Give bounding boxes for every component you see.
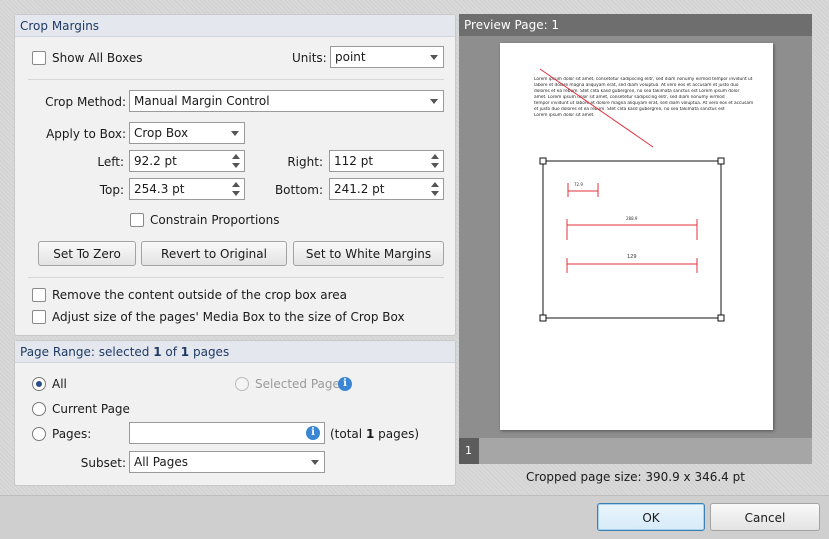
dimension-label-3: 129	[627, 254, 637, 260]
chevron-down-icon	[430, 55, 438, 60]
units-dropdown[interactable]: point	[330, 46, 444, 68]
set-to-white-margins-button[interactable]: Set to White Margins	[293, 241, 444, 266]
crop-handle	[539, 314, 547, 322]
dimension-line-1	[567, 183, 599, 197]
left-label: Left:	[97, 155, 124, 169]
units-value: point	[335, 50, 366, 64]
page-range-total-count: 1	[180, 345, 190, 359]
remove-content-label: Remove the content outside of the crop b…	[52, 288, 348, 302]
info-icon[interactable]: i	[338, 377, 352, 391]
top-margin-spinbox[interactable]: 254.3 pt	[129, 178, 245, 200]
right-margin-spinbox[interactable]: 112 pt	[329, 150, 444, 172]
pages-radio[interactable]	[32, 427, 46, 441]
dimension-line-3	[566, 258, 698, 273]
constrain-proportions-checkbox[interactable]	[130, 213, 144, 227]
pages-input[interactable]	[129, 422, 325, 444]
dimension-label-2: 288.9	[626, 216, 638, 221]
chevron-down-icon	[311, 460, 319, 465]
separator	[28, 79, 444, 80]
preview-tab-strip	[459, 438, 812, 464]
current-page-radio[interactable]	[32, 402, 46, 416]
pages-label: Pages:	[52, 427, 92, 441]
bottom-margin-spinbox[interactable]: 241.2 pt	[329, 178, 444, 200]
total-suffix: pages)	[374, 427, 420, 441]
preview-page: Lorem ipsum dolor sit amet, consetetur s…	[500, 43, 773, 430]
apply-to-box-dropdown[interactable]: Crop Box	[129, 122, 245, 144]
page-range-title-prefix: Page Range: selected	[20, 345, 154, 359]
selected-pages-radio[interactable]	[235, 377, 249, 391]
right-margin-value: 112 pt	[334, 154, 374, 168]
spinner-arrows-icon[interactable]	[232, 181, 241, 197]
top-margin-value: 254.3 pt	[134, 182, 185, 196]
left-margin-value: 92.2 pt	[134, 154, 177, 168]
spinner-arrows-icon[interactable]	[431, 181, 440, 197]
preview-page-tab[interactable]: 1	[459, 438, 479, 464]
all-pages-label: All	[52, 377, 67, 391]
page-range-selected-count: 1	[153, 345, 162, 359]
all-pages-radio[interactable]	[32, 377, 46, 391]
dimension-label-1: 72.9	[574, 182, 583, 187]
crop-method-label: Crop Method:	[45, 95, 126, 109]
total-prefix: (total	[330, 427, 366, 441]
page-range-title: Page Range: selected 1 of 1 pages	[15, 341, 455, 363]
spinner-arrows-icon[interactable]	[232, 153, 241, 169]
page-range-title-suffix: pages	[189, 345, 230, 359]
show-all-boxes-label: Show All Boxes	[52, 51, 143, 65]
right-label: Right:	[287, 155, 323, 169]
apply-to-box-label: Apply to Box:	[46, 127, 126, 141]
selected-pages-label: Selected Pages	[255, 377, 347, 391]
crop-box	[542, 160, 722, 319]
adjust-media-box-checkbox[interactable]	[32, 310, 46, 324]
adjust-media-box-label: Adjust size of the pages' Media Box to t…	[52, 310, 405, 324]
spinner-arrows-icon[interactable]	[431, 153, 440, 169]
apply-to-box-value: Crop Box	[134, 126, 189, 140]
top-label: Top:	[99, 183, 124, 197]
crop-handle	[717, 157, 725, 165]
cropped-page-size: Cropped page size: 390.9 x 346.4 pt	[526, 470, 745, 484]
show-all-boxes-checkbox[interactable]	[32, 51, 46, 65]
chevron-down-icon	[430, 99, 438, 104]
crop-method-value: Manual Margin Control	[134, 94, 270, 108]
info-icon[interactable]: i	[306, 426, 320, 440]
dimension-line-2	[566, 219, 698, 240]
left-margin-spinbox[interactable]: 92.2 pt	[129, 150, 245, 172]
preview-title: Preview Page: 1	[459, 14, 812, 36]
set-to-zero-button[interactable]: Set To Zero	[38, 241, 136, 266]
subset-label: Subset:	[80, 456, 126, 470]
preview-annotations	[539, 68, 725, 322]
subset-value: All Pages	[134, 455, 188, 469]
current-page-label: Current Page	[52, 402, 130, 416]
bottom-margin-value: 241.2 pt	[334, 182, 385, 196]
units-label: Units:	[292, 51, 327, 65]
ok-button[interactable]: OK	[597, 503, 705, 531]
cancel-button[interactable]: Cancel	[710, 503, 820, 531]
remove-content-checkbox[interactable]	[32, 288, 46, 302]
separator	[28, 277, 444, 278]
crop-method-dropdown[interactable]: Manual Margin Control	[129, 90, 444, 112]
total-pages-label: (total 1 pages)	[330, 427, 419, 441]
crop-handle	[539, 157, 547, 165]
crop-handle	[717, 314, 725, 322]
constrain-proportions-label: Constrain Proportions	[150, 213, 280, 227]
bottom-label: Bottom:	[274, 183, 323, 197]
revert-to-original-button[interactable]: Revert to Original	[141, 241, 287, 266]
red-diagonal-line	[539, 68, 654, 148]
subset-dropdown[interactable]: All Pages	[129, 451, 325, 473]
crop-margins-title: Crop Margins	[15, 15, 455, 37]
chevron-down-icon	[231, 131, 239, 136]
page-range-title-mid: of	[161, 345, 181, 359]
